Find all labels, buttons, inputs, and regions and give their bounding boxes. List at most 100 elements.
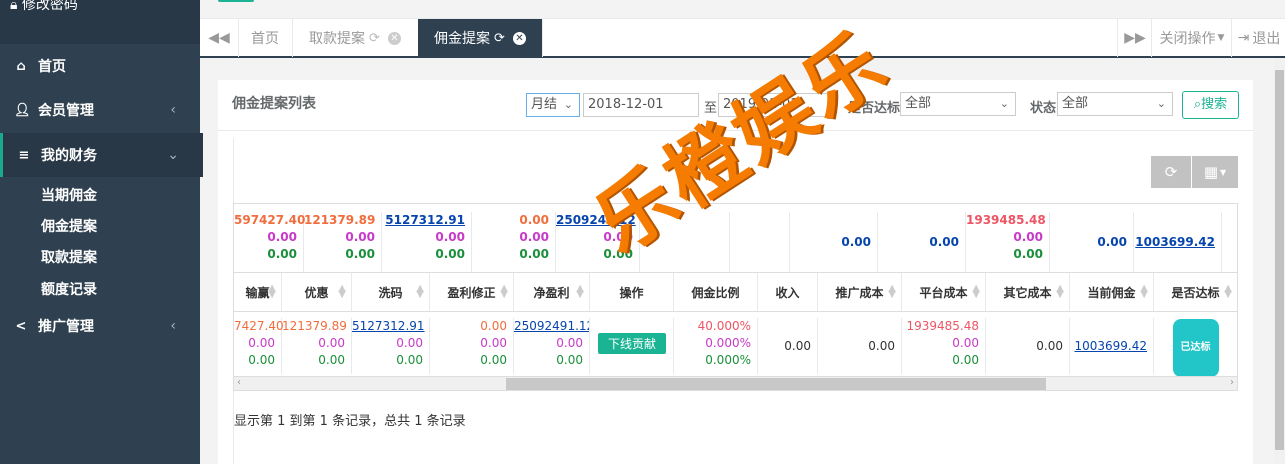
sidebar-item-members[interactable]: 👤︎ 会员管理 ‹ (0, 88, 200, 132)
table-cell: 1003699.42 (1070, 318, 1154, 374)
menu-toggle-button[interactable] (218, 0, 254, 2)
column-header[interactable]: 净盈利 ▲ ▼ (514, 272, 590, 312)
row-link[interactable]: 25092491.12 (514, 318, 589, 335)
logout-button[interactable]: ⇥ 退出 (1231, 19, 1285, 57)
top-strip (200, 0, 1285, 18)
summary-cell: 0.00 0.00 0.00 (472, 212, 556, 272)
share-icon: < (15, 318, 27, 334)
sidebar-top: 🔒︎ 修改密码 (0, 0, 200, 44)
scroll-left-icon[interactable]: ‹ (237, 377, 241, 388)
summary-cell: 1939485.48 0.00 0.00 (966, 212, 1050, 272)
tab-scroll-right-button[interactable]: ▶▶ (1117, 19, 1152, 57)
sidebar-item-home[interactable]: ⌂ 首页 (0, 44, 200, 88)
column-header[interactable]: 是否达标 ▲ ▼ (1154, 272, 1237, 312)
row-link[interactable]: 1003699.42 (1074, 339, 1147, 353)
column-header[interactable]: 优惠 ▲ ▼ (282, 272, 352, 312)
row-link[interactable]: 5127312.91 (352, 318, 425, 335)
table-cell: 下线贡献 (590, 318, 674, 374)
caret-down-icon: ▼ (1217, 33, 1225, 43)
sort-icon: ▲ ▼ (1056, 283, 1064, 300)
column-header[interactable]: 操作 (590, 272, 674, 312)
horizontal-scrollbar[interactable]: ‹ › (234, 376, 1237, 390)
period-select[interactable]: 月结 ⌄ (526, 93, 580, 117)
table-cell: 121379.89 0.00 0.00 (282, 318, 352, 374)
column-header[interactable]: 盈利修正 ▲ ▼ (430, 272, 514, 312)
sidebar-item-promotion[interactable]: < 推广管理 ‹ (0, 304, 200, 348)
summary-cell: 597427.40 0.00 0.00 (234, 212, 305, 272)
table-cell: 25092491.12 0.00 0.00 (514, 318, 590, 374)
summary-cell: 121379.89 0.00 0.00 (304, 212, 382, 272)
chevron-left-icon: ‹ (170, 102, 176, 118)
column-header[interactable]: 当前佣金 ▲ ▼ (1070, 272, 1154, 312)
summary-cell: 1003699.42 (1134, 212, 1222, 272)
refresh-icon: ⟳ (1164, 163, 1178, 181)
search-button[interactable]: ⌕搜索 (1182, 91, 1239, 119)
sort-icon: ▲ ▼ (576, 283, 584, 300)
double-left-icon: ◀◀ (208, 30, 230, 46)
summary-link[interactable]: 1003699.42 (1135, 235, 1215, 249)
sidebar-sub-commission-proposal[interactable]: 佣金提案 (41, 216, 97, 236)
chevron-left-icon: ‹ (170, 318, 176, 334)
tab-scroll-left-button[interactable]: ◀◀ (200, 19, 239, 57)
table-cell: 已达标 (1154, 318, 1237, 377)
chevron-down-icon: ⌄ (999, 97, 1009, 110)
column-header[interactable]: 佣金比例 (674, 272, 758, 312)
downline-contribution-button[interactable]: 下线贡献 (598, 333, 667, 354)
user-icon: 👤︎ (14, 102, 31, 118)
scrollbar-thumb[interactable] (1275, 70, 1284, 450)
status-label: 状态 (1030, 101, 1057, 116)
sort-icon: ▲ ▼ (416, 283, 424, 300)
table-cell: 0.00 0.00 0.00 (430, 318, 514, 374)
table-cell: 40.000% 0.000% 0.000% (674, 318, 758, 374)
sort-icon: ▲ ▼ (888, 283, 896, 300)
table-cell: 0.00 (758, 318, 818, 374)
tab-commission-proposal[interactable]: 佣金提案 ⟳ ✕ (418, 19, 543, 57)
caret-down-icon: ▼ (1220, 167, 1227, 177)
sort-icon: ▲ ▼ (338, 283, 346, 300)
tab-home[interactable]: 首页 (238, 19, 293, 57)
status-select[interactable]: 全部 ⌄ (1057, 92, 1173, 116)
home-icon: ⌂ (16, 58, 26, 74)
sign-out-icon: ⇥ (1237, 30, 1250, 46)
column-header[interactable]: 平台成本 ▲ ▼ (902, 272, 986, 312)
close-ops-dropdown[interactable]: 关闭操作 ▼ (1151, 19, 1232, 57)
summary-cell: 5127312.91 0.00 0.00 (382, 212, 472, 272)
refresh-table-button[interactable]: ⟳ (1151, 156, 1191, 188)
change-password-link[interactable]: 🔒︎ 修改密码 (10, 0, 78, 14)
status-badge: 已达标 (1172, 319, 1219, 377)
table-cell: 7427.40 0.00 0.00 (234, 318, 284, 374)
pagination-info: 显示第 1 到第 1 条记录，总共 1 条记录 (234, 414, 466, 429)
sort-icon: ▲ ▼ (268, 283, 276, 300)
double-right-icon: ▶▶ (1124, 30, 1146, 46)
database-icon: ≡ (18, 147, 30, 163)
sidebar-sub-current-commission[interactable]: 当期佣金 (41, 185, 97, 205)
summary-cell: 0.00 (878, 212, 966, 272)
columns-toggle-button[interactable]: ▦ ▼ (1192, 156, 1238, 188)
table-cell: 5127312.91 0.00 0.00 (352, 318, 430, 374)
sidebar-item-finance[interactable]: ≡ 我的财务 ⌄ (0, 133, 203, 177)
scroll-right-icon[interactable]: › (1230, 377, 1234, 388)
refresh-icon[interactable]: ⟳ (369, 31, 380, 46)
column-header[interactable]: 收入 (758, 272, 818, 312)
column-header[interactable]: 输赢 ▲ ▼ (234, 272, 282, 312)
tabs-bar: ◀◀ 首页 取款提案 ⟳ ✕ 佣金提案 ⟳ ✕ ▶▶ 关闭操作 ▼ ⇥ 退出 (200, 18, 1285, 58)
column-header[interactable]: 推广成本 ▲ ▼ (818, 272, 902, 312)
close-icon[interactable]: ✕ (512, 31, 526, 45)
vertical-scrollbar[interactable] (1274, 58, 1285, 464)
reach-select[interactable]: 全部 ⌄ (900, 92, 1016, 116)
lock-icon: 🔒︎ (10, 0, 18, 13)
table-cell: 1939485.48 0.00 0.00 (902, 318, 986, 374)
scrollbar-thumb[interactable] (506, 378, 1046, 390)
sidebar-sub-withdraw-proposal[interactable]: 取款提案 (41, 247, 97, 267)
close-icon[interactable]: ✕ (387, 31, 401, 45)
column-header[interactable]: 洗码 ▲ ▼ (352, 272, 430, 312)
refresh-icon[interactable]: ⟳ (494, 31, 505, 46)
summary-cell (730, 212, 790, 272)
data-table: 597427.40 0.00 0.00 121379.89 0.00 0.00 5127… (233, 203, 1238, 391)
table-cell: 0.00 (818, 318, 902, 374)
sidebar-sub-quota-record[interactable]: 额度记录 (41, 279, 97, 299)
summary-link[interactable]: 5127312.91 (382, 212, 465, 229)
column-header[interactable]: 其它成本 ▲ ▼ (986, 272, 1070, 312)
sort-icon: ▲ ▼ (1140, 283, 1148, 300)
tab-withdraw-proposal[interactable]: 取款提案 ⟳ ✕ (292, 19, 419, 57)
